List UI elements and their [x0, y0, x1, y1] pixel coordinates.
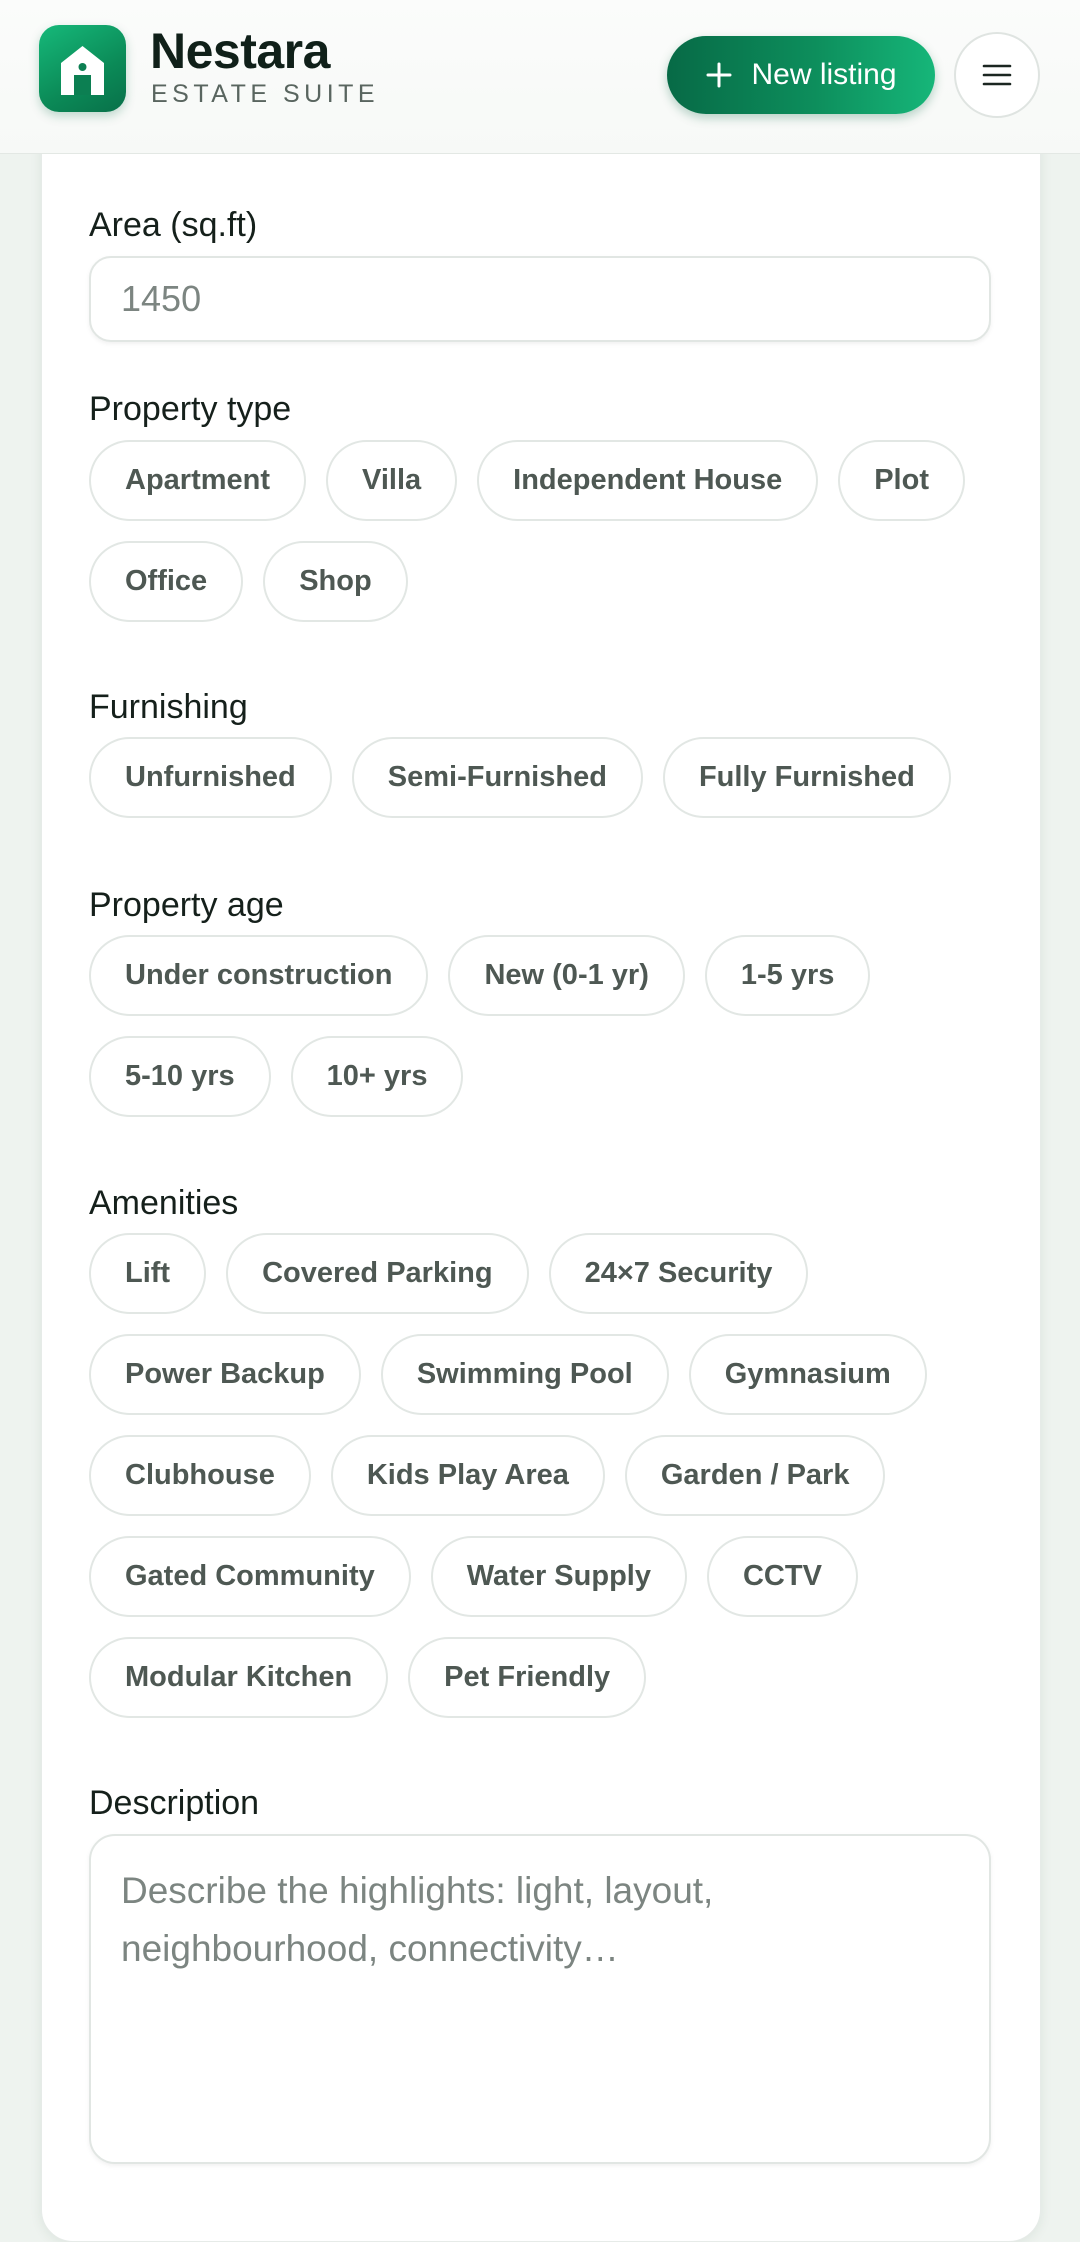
chip-gated-community[interactable]: Gated Community	[89, 1536, 411, 1617]
chip-clubhouse[interactable]: Clubhouse	[89, 1435, 311, 1516]
chip-10-plus-yrs[interactable]: 10+ yrs	[290, 1036, 464, 1117]
chip-plot[interactable]: Plot	[838, 440, 965, 521]
chip-water-supply[interactable]: Water Supply	[430, 1536, 687, 1617]
hamburger-menu-icon	[982, 64, 1012, 86]
plus-icon	[706, 62, 732, 88]
furnishing-label: Furnishing	[89, 688, 248, 726]
furnishing-options: Unfurnished Semi-Furnished Fully Furnish…	[89, 737, 999, 818]
chip-swimming-pool[interactable]: Swimming Pool	[380, 1334, 669, 1415]
property-age-options: Under construction New (0-1 yr) 1-5 yrs …	[89, 935, 999, 1117]
chip-fully-furnished[interactable]: Fully Furnished	[662, 737, 951, 818]
chip-gymnasium[interactable]: Gymnasium	[688, 1334, 927, 1415]
chip-under-construction[interactable]: Under construction	[89, 935, 429, 1016]
amenities-options: Lift Covered Parking 24×7 Security Power…	[89, 1233, 999, 1718]
chip-office[interactable]: Office	[89, 541, 244, 622]
new-listing-button[interactable]: New listing	[667, 36, 935, 114]
chip-kids-play-area[interactable]: Kids Play Area	[330, 1435, 605, 1516]
chip-independent-house[interactable]: Independent House	[477, 440, 819, 521]
chip-pet-friendly[interactable]: Pet Friendly	[408, 1637, 647, 1718]
property-type-label: Property type	[89, 390, 292, 428]
area-input[interactable]	[89, 256, 991, 342]
chip-cctv[interactable]: CCTV	[706, 1536, 858, 1617]
new-listing-label: New listing	[751, 58, 897, 91]
chip-5-10-yrs[interactable]: 5-10 yrs	[89, 1036, 271, 1117]
app-header: Nestara ESTATE SUITE New listing	[0, 0, 1080, 154]
chip-covered-parking[interactable]: Covered Parking	[226, 1233, 529, 1314]
chip-villa[interactable]: Villa	[326, 440, 458, 521]
chip-semi-furnished[interactable]: Semi-Furnished	[351, 737, 643, 818]
amenities-label: Amenities	[89, 1184, 239, 1222]
chip-1-5-yrs[interactable]: 1-5 yrs	[704, 935, 871, 1016]
chip-apartment[interactable]: Apartment	[89, 440, 307, 521]
chip-lift[interactable]: Lift	[89, 1233, 207, 1314]
menu-button[interactable]	[954, 32, 1040, 118]
chip-new-0-1-yr[interactable]: New (0-1 yr)	[448, 935, 685, 1016]
chip-modular-kitchen[interactable]: Modular Kitchen	[89, 1637, 389, 1718]
area-label: Area (sq.ft)	[89, 206, 258, 244]
brand-subtitle: ESTATE SUITE	[151, 80, 380, 108]
description-label: Description	[89, 1784, 260, 1822]
property-age-label: Property age	[89, 886, 284, 924]
property-type-options: Apartment Villa Independent House Plot O…	[89, 440, 999, 622]
house-icon[interactable]	[39, 25, 126, 112]
chip-power-backup[interactable]: Power Backup	[89, 1334, 361, 1415]
description-textarea[interactable]	[89, 1834, 991, 2164]
chip-unfurnished[interactable]: Unfurnished	[89, 737, 332, 818]
chip-24x7-security[interactable]: 24×7 Security	[548, 1233, 809, 1314]
brand-name: Nestara	[150, 23, 330, 79]
chip-garden-park[interactable]: Garden / Park	[624, 1435, 886, 1516]
chip-shop[interactable]: Shop	[263, 541, 408, 622]
